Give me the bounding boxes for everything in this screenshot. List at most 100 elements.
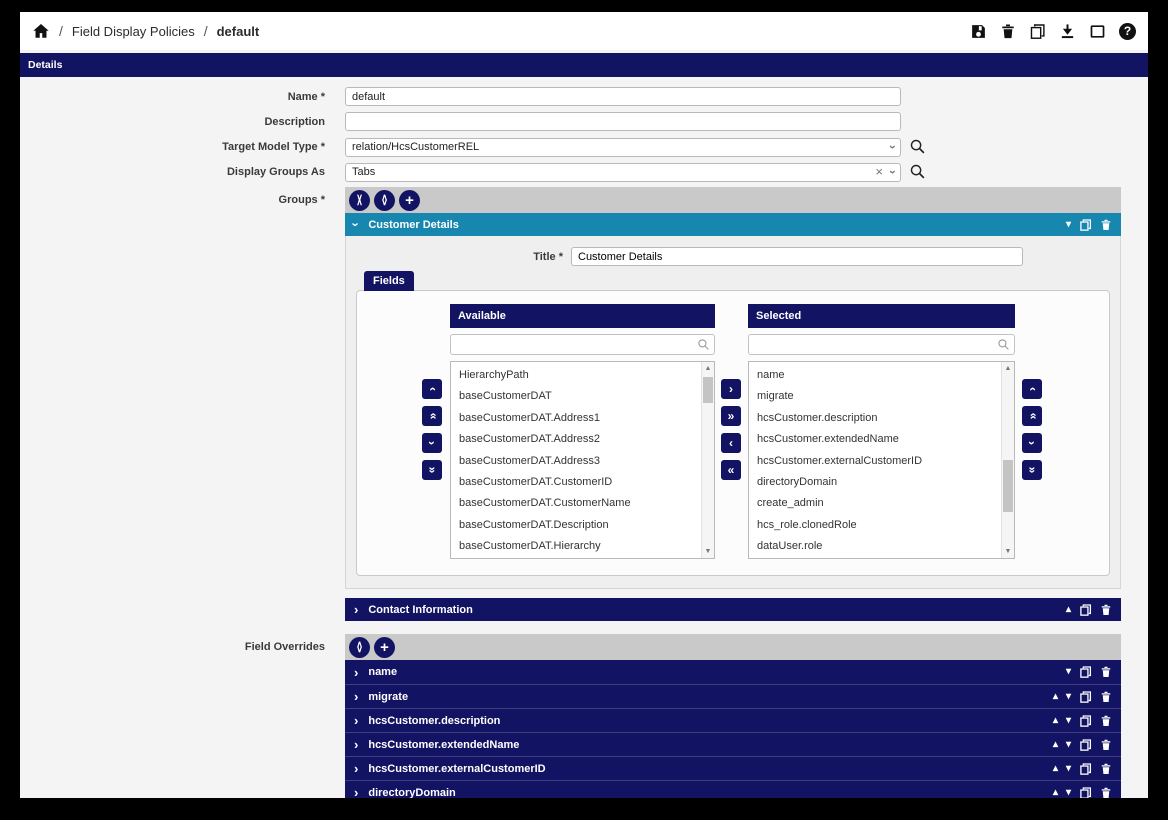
chevron-right-icon[interactable]: › (354, 785, 358, 798)
selected-move-top-button[interactable]: » (1022, 406, 1042, 426)
field-override-row[interactable]: › hcsCustomer.description ▴ ▾ (345, 708, 1121, 732)
selected-list-item[interactable]: hcsCustomer.externalCustomerID (749, 451, 1014, 472)
selected-list-item[interactable]: migrate (749, 386, 1014, 407)
description-input[interactable] (345, 112, 901, 131)
move-group-down-icon[interactable]: ▾ (1066, 220, 1071, 230)
selected-list-item[interactable]: name (749, 365, 1014, 386)
field-override-row[interactable]: › directoryDomain ▴ ▾ (345, 780, 1121, 798)
field-override-row[interactable]: › name ▴ ▾ (345, 660, 1121, 684)
available-list-item[interactable]: baseCustomerDAT.CustomerID (451, 472, 714, 493)
home-icon[interactable] (32, 22, 50, 40)
selected-search-input[interactable] (748, 334, 1015, 355)
available-list-item[interactable]: baseCustomerDAT.CustomerName (451, 493, 714, 514)
export-icon[interactable] (1059, 23, 1076, 40)
delete-override-icon[interactable] (1100, 714, 1112, 728)
delete-override-icon[interactable] (1100, 665, 1112, 679)
move-down-icon[interactable]: ▾ (1066, 764, 1071, 774)
move-up-icon[interactable]: ▴ (1053, 764, 1058, 774)
target-model-type-value[interactable] (345, 138, 901, 157)
expand-all-button[interactable]: ∧∨ (349, 637, 370, 658)
chevron-right-icon[interactable]: › (354, 665, 358, 680)
scroll-up-icon[interactable]: ▲ (1002, 365, 1014, 372)
available-list-item[interactable]: HierarchyPath (451, 365, 714, 386)
chevron-down-icon[interactable]: › (349, 222, 364, 226)
field-override-row[interactable]: › hcsCustomer.externalCustomerID ▴ ▾ (345, 756, 1121, 780)
move-left-button[interactable]: ‹ (721, 433, 741, 453)
chevron-down-icon[interactable]: › (886, 145, 900, 149)
clone-override-icon[interactable] (1079, 665, 1092, 679)
delete-override-icon[interactable] (1100, 690, 1112, 704)
clone-override-icon[interactable] (1079, 762, 1092, 776)
scroll-thumb[interactable] (703, 377, 713, 403)
clone-override-icon[interactable] (1079, 738, 1092, 752)
selected-scrollbar[interactable]: ▲ ▼ (1001, 362, 1014, 558)
clone-override-icon[interactable] (1079, 690, 1092, 704)
available-list-item[interactable]: baseCustomerDAT (451, 386, 714, 407)
selected-list-item[interactable]: hcs_role.clonedRole (749, 515, 1014, 536)
clone-override-icon[interactable] (1079, 714, 1092, 728)
available-move-top-button[interactable]: » (422, 406, 442, 426)
move-down-icon[interactable]: ▾ (1066, 788, 1071, 798)
add-group-button[interactable]: + (399, 190, 420, 211)
display-groups-as-value[interactable] (345, 163, 901, 182)
clear-icon[interactable]: × (875, 164, 883, 179)
clone-group-icon[interactable] (1079, 603, 1092, 617)
available-list-item[interactable]: baseCustomerDAT.Description (451, 515, 714, 536)
move-up-icon[interactable]: ▴ (1053, 692, 1058, 702)
selected-list-item[interactable]: dataUser.role (749, 536, 1014, 557)
field-override-row[interactable]: › hcsCustomer.extendedName ▴ ▾ (345, 732, 1121, 756)
move-up-icon[interactable]: ▴ (1053, 716, 1058, 726)
group-header-contact-information[interactable]: › Contact Information ▴ (345, 598, 1121, 621)
move-down-icon[interactable]: ▾ (1066, 667, 1071, 677)
available-list-item[interactable]: baseCustomerDAT.Address3 (451, 451, 714, 472)
save-icon[interactable] (970, 23, 987, 40)
clone-override-icon[interactable] (1079, 786, 1092, 799)
available-move-bottom-button[interactable]: » (422, 460, 442, 480)
delete-override-icon[interactable] (1100, 762, 1112, 776)
target-model-type-select[interactable]: › (345, 137, 901, 156)
group-header-customer-details[interactable]: › Customer Details ▾ (345, 213, 1121, 236)
tab-fields[interactable]: Fields (364, 271, 414, 291)
move-up-icon[interactable]: ▴ (1053, 740, 1058, 750)
scroll-down-icon[interactable]: ▼ (1002, 548, 1014, 555)
expand-all-button[interactable]: ∧∨ (374, 190, 395, 211)
name-input[interactable] (345, 87, 901, 106)
delete-group-icon[interactable] (1100, 603, 1112, 617)
delete-override-icon[interactable] (1100, 738, 1112, 752)
selected-move-down-button[interactable]: › (1022, 433, 1042, 453)
new-window-icon[interactable] (1089, 23, 1106, 40)
selected-list-item[interactable]: create_admin (749, 493, 1014, 514)
move-right-button[interactable]: › (721, 379, 741, 399)
available-search-input[interactable] (450, 334, 715, 355)
selected-move-up-button[interactable]: › (1022, 379, 1042, 399)
selected-list-item[interactable]: hcsCustomer.extendedName (749, 429, 1014, 450)
scroll-thumb[interactable] (1003, 460, 1013, 512)
available-list-item[interactable]: baseCustomerDAT.Address1 (451, 408, 714, 429)
delete-icon[interactable] (1000, 23, 1016, 40)
chevron-down-icon[interactable]: › (886, 170, 900, 174)
breadcrumb-section[interactable]: Field Display Policies (72, 24, 195, 39)
collapse-all-button[interactable]: ∨∧ (349, 190, 370, 211)
chevron-right-icon[interactable]: › (354, 713, 358, 728)
display-groups-as-select[interactable]: × › (345, 162, 901, 181)
chevron-right-icon[interactable]: › (354, 737, 358, 752)
move-all-left-button[interactable]: « (721, 460, 741, 480)
clone-icon[interactable] (1029, 23, 1046, 40)
move-down-icon[interactable]: ▾ (1066, 716, 1071, 726)
move-down-icon[interactable]: ▾ (1066, 740, 1071, 750)
chevron-right-icon[interactable]: › (354, 602, 358, 617)
selected-list-item[interactable]: hcsCustomer.description (749, 408, 1014, 429)
available-move-down-button[interactable]: › (422, 433, 442, 453)
move-group-up-icon[interactable]: ▴ (1066, 605, 1071, 615)
add-override-button[interactable]: + (374, 637, 395, 658)
available-move-up-button[interactable]: › (422, 379, 442, 399)
available-scrollbar[interactable]: ▲ ▼ (701, 362, 714, 558)
help-icon[interactable]: ? (1119, 23, 1136, 40)
available-list-item[interactable]: baseCustomerDAT.Hierarchy (451, 536, 714, 557)
chevron-right-icon[interactable]: › (354, 761, 358, 776)
title-input[interactable] (571, 247, 1023, 266)
tab-details[interactable]: Details (20, 53, 1148, 77)
selected-list-item[interactable]: directoryDomain (749, 472, 1014, 493)
scroll-up-icon[interactable]: ▲ (702, 365, 714, 372)
delete-override-icon[interactable] (1100, 786, 1112, 799)
